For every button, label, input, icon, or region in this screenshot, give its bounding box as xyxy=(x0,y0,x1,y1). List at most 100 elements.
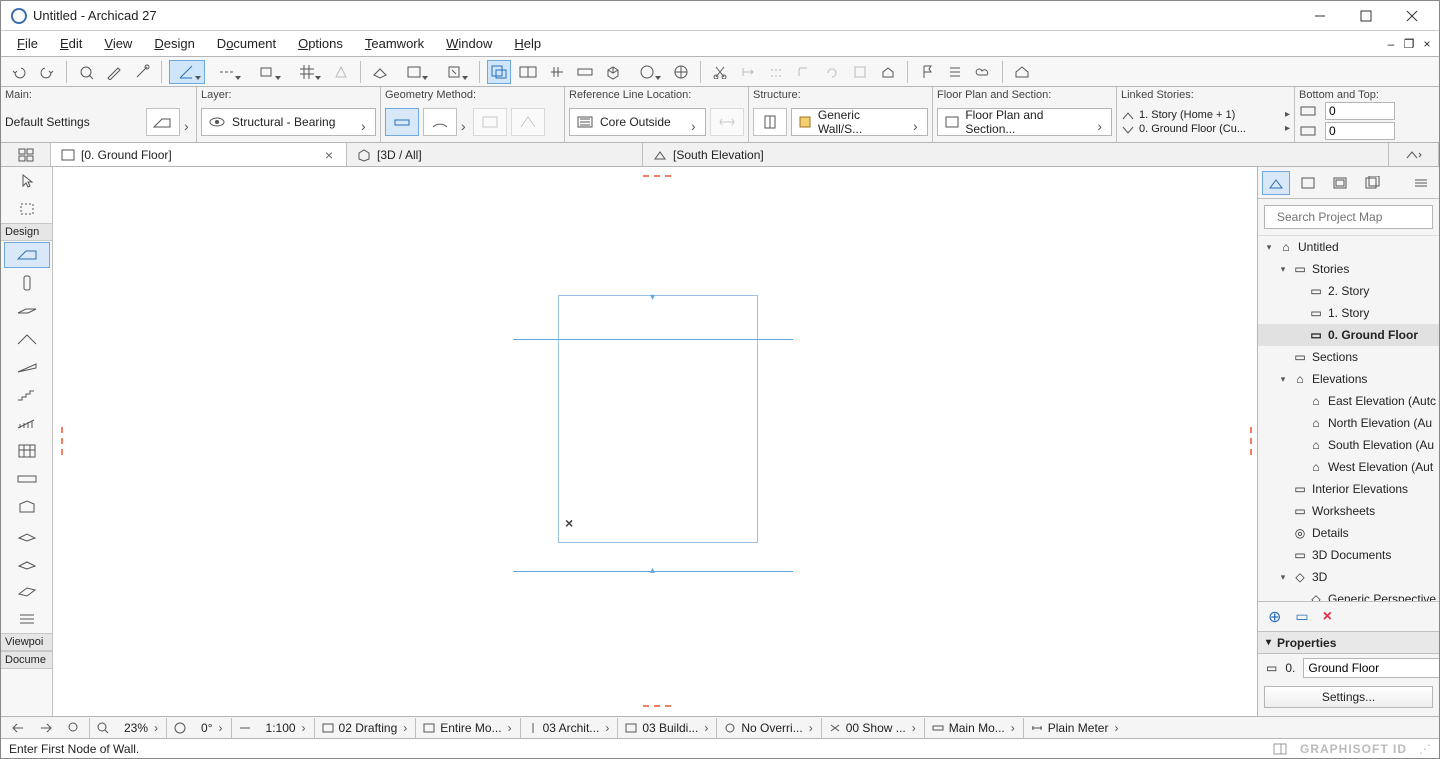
pick-tool-icon[interactable] xyxy=(74,60,98,84)
mdi-close[interactable]: × xyxy=(1419,37,1435,51)
add-icon[interactable]: ⊕ xyxy=(1268,607,1281,627)
suspend-button[interactable] xyxy=(436,60,472,84)
menu-help[interactable]: Help xyxy=(506,34,549,53)
morph-tool[interactable] xyxy=(4,494,50,520)
settings-button[interactable]: Settings... xyxy=(1264,686,1433,708)
guideline-1-button[interactable] xyxy=(169,60,205,84)
linked-story-2[interactable]: 0. Ground Floor (Cu...▸ xyxy=(1121,123,1290,135)
mdi-restore[interactable]: ❐ xyxy=(1401,37,1417,51)
geom-straight-button[interactable] xyxy=(385,108,419,136)
menu-design[interactable]: Design xyxy=(146,34,202,53)
menu-document[interactable]: Document xyxy=(209,34,284,53)
beam-tool[interactable] xyxy=(4,466,50,492)
override-dropdown[interactable]: No Overri... xyxy=(716,718,818,738)
menu-edit[interactable]: Edit xyxy=(52,34,90,53)
menu-window[interactable]: Window xyxy=(438,34,500,53)
default-settings-text[interactable]: Default Settings xyxy=(5,115,90,129)
building-dropdown[interactable]: 03 Buildi... xyxy=(617,718,714,738)
delete-icon[interactable]: × xyxy=(1323,608,1332,626)
zone-tool[interactable] xyxy=(4,550,50,576)
trace-ref-icon[interactable] xyxy=(515,60,541,84)
tree-sections[interactable]: ▭Sections xyxy=(1258,346,1439,368)
gravity-icon[interactable] xyxy=(329,60,353,84)
fit-2-icon[interactable] xyxy=(33,718,59,738)
maximize-button[interactable] xyxy=(1343,1,1389,31)
home-icon[interactable] xyxy=(876,60,900,84)
drawing-canvas[interactable]: ▾ ▴ × xyxy=(53,167,1257,716)
tree-interior[interactable]: ▭Interior Elevations xyxy=(1258,478,1439,500)
snap-guides-button[interactable] xyxy=(249,60,285,84)
menu-view[interactable]: View xyxy=(96,34,140,53)
rotate-icon[interactable] xyxy=(820,60,844,84)
refline-dropdown[interactable]: Core Outside xyxy=(569,108,706,136)
marquee-tool[interactable] xyxy=(4,196,50,222)
resize-grip-icon[interactable]: ⋰ xyxy=(1419,742,1431,756)
menu-file[interactable]: File xyxy=(9,34,46,53)
align-icon[interactable] xyxy=(736,60,760,84)
minimize-button[interactable] xyxy=(1297,1,1343,31)
view-map-tab[interactable] xyxy=(1294,171,1322,195)
layerset-dropdown[interactable]: 03 Archit... xyxy=(520,718,616,738)
zoom-1-icon[interactable] xyxy=(61,718,87,738)
list-icon[interactable] xyxy=(943,60,967,84)
mainmo-dropdown[interactable]: Main Mo... xyxy=(924,718,1021,738)
linked-story-1[interactable]: 1. Story (Home + 1)▸ xyxy=(1121,109,1290,121)
slab-tool[interactable] xyxy=(4,298,50,324)
orient-icon[interactable] xyxy=(231,718,258,738)
wand-tool-icon[interactable] xyxy=(130,60,154,84)
tree-1story[interactable]: ▭1. Story xyxy=(1258,302,1439,324)
graphisoft-id[interactable]: GRAPHISOFT ID xyxy=(1300,742,1407,756)
refline-flip-button[interactable] xyxy=(710,108,744,136)
angle-dropdown[interactable]: 0° xyxy=(195,718,228,738)
structure-dropdown[interactable]: Generic Wall/S... xyxy=(791,108,928,136)
cut-icon[interactable] xyxy=(708,60,732,84)
fit-1-icon[interactable] xyxy=(5,718,31,738)
cutplane-button[interactable] xyxy=(396,60,432,84)
wall-tool[interactable] xyxy=(4,242,50,268)
geom-4-button[interactable] xyxy=(511,108,545,136)
tree-south[interactable]: ⌂South Elevation (Au xyxy=(1258,434,1439,456)
wall-settings-icon[interactable] xyxy=(146,108,180,136)
project-tree[interactable]: ▾⌂Untitled ▾▭Stories ▭2. Story ▭1. Story… xyxy=(1258,235,1439,602)
dim-dropdown[interactable]: Plain Meter xyxy=(1023,718,1125,738)
menu-teamwork[interactable]: Teamwork xyxy=(357,34,432,53)
flag-icon[interactable] xyxy=(915,60,939,84)
scale-dropdown[interactable]: 1:100 xyxy=(260,718,312,738)
ruler-icon[interactable] xyxy=(573,60,597,84)
trace-button[interactable] xyxy=(487,60,511,84)
marquee-mode-button[interactable] xyxy=(629,60,665,84)
search-input[interactable] xyxy=(1277,210,1432,224)
globe-icon[interactable] xyxy=(669,60,693,84)
project-map-tab[interactable] xyxy=(1262,171,1290,195)
guideline-2-button[interactable] xyxy=(209,60,245,84)
bottom-field[interactable] xyxy=(1325,122,1395,140)
offset-icon[interactable] xyxy=(764,60,788,84)
opening-tool[interactable] xyxy=(4,606,50,632)
geom-curved-button[interactable] xyxy=(423,108,457,136)
prop-name-field[interactable] xyxy=(1303,658,1439,678)
top-field[interactable] xyxy=(1325,102,1395,120)
geom-3-button[interactable] xyxy=(473,108,507,136)
panel-toggle-icon[interactable] xyxy=(1272,742,1288,756)
3d-cube-icon[interactable] xyxy=(601,60,625,84)
mdi-minimize[interactable]: – xyxy=(1383,37,1399,51)
grid-button[interactable] xyxy=(289,60,325,84)
object-tool[interactable] xyxy=(4,522,50,548)
column-tool[interactable] xyxy=(4,270,50,296)
roof-tool[interactable] xyxy=(4,326,50,352)
nav-options-icon[interactable] xyxy=(1407,171,1435,195)
publisher-tab[interactable] xyxy=(1358,171,1386,195)
tab-3d-all[interactable]: [3D / All] xyxy=(347,143,643,166)
mesh-tool[interactable] xyxy=(4,578,50,604)
arrow-tool[interactable] xyxy=(4,168,50,194)
tree-details[interactable]: ◎Details xyxy=(1258,522,1439,544)
tab-ground-floor[interactable]: [0. Ground Floor] × xyxy=(51,143,347,166)
curtainwall-tool[interactable] xyxy=(4,438,50,464)
layer-dropdown[interactable]: Structural - Bearing xyxy=(201,108,376,136)
shell-tool[interactable] xyxy=(4,354,50,380)
model-dropdown[interactable]: Entire Mo... xyxy=(415,718,517,738)
list-mode-icon[interactable]: ▭ xyxy=(1295,608,1308,625)
tree-west[interactable]: ⌂West Elevation (Aut xyxy=(1258,456,1439,478)
floorplan-dropdown[interactable]: Floor Plan and Section... xyxy=(937,108,1112,136)
tree-2story[interactable]: ▭2. Story xyxy=(1258,280,1439,302)
